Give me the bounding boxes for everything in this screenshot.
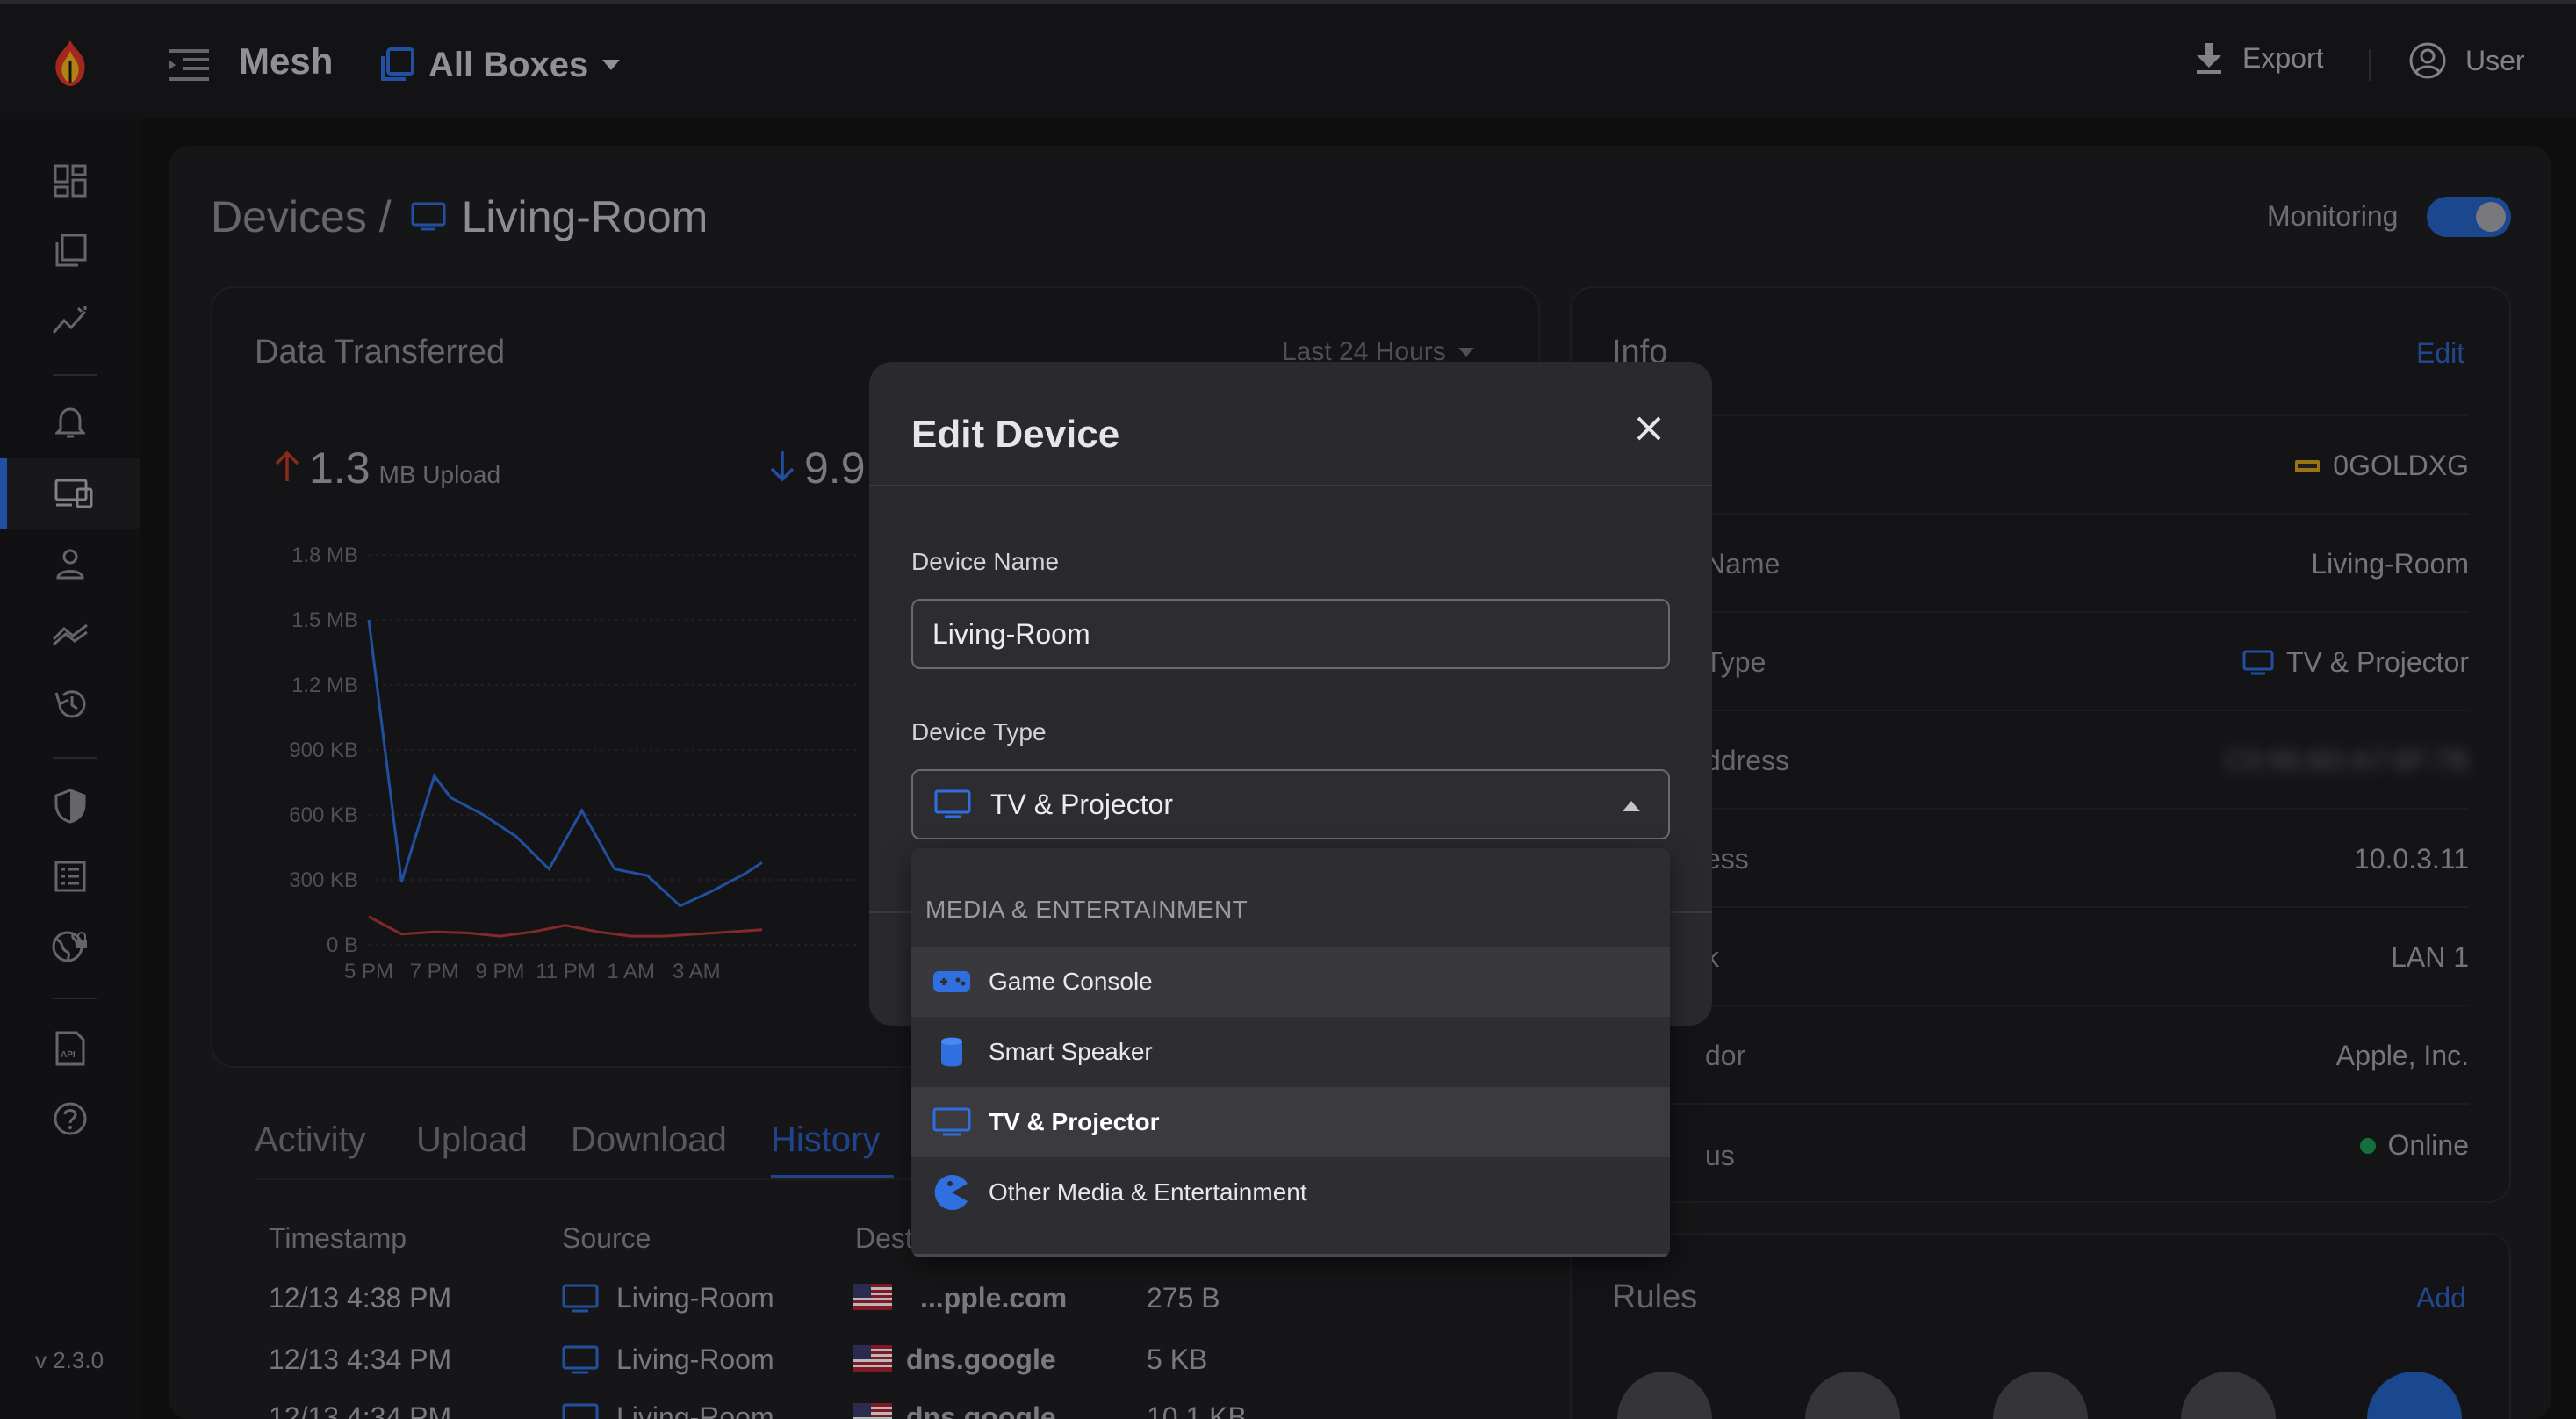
- close-icon[interactable]: [1631, 411, 1666, 446]
- dropdown-scroll-edge: [911, 1254, 1670, 1257]
- option-tv-projector[interactable]: TV & Projector: [911, 1087, 1670, 1157]
- device-type-value: TV & Projector: [990, 788, 1174, 820]
- option-other-media[interactable]: Other Media & Entertainment: [911, 1157, 1670, 1228]
- dialog-header: Edit Device: [869, 362, 1712, 486]
- option-game-console[interactable]: Game Console: [911, 947, 1670, 1017]
- pacman-icon: [932, 1173, 971, 1212]
- device-name-input[interactable]: [911, 599, 1670, 669]
- option-label: Other Media & Entertainment: [989, 1178, 1307, 1206]
- option-label: TV & Projector: [989, 1108, 1160, 1135]
- tv-icon: [934, 789, 971, 819]
- dropdown-group-header: MEDIA & ENTERTAINMENT: [925, 896, 1248, 923]
- device-type-select[interactable]: TV & Projector: [911, 769, 1670, 839]
- option-smart-speaker[interactable]: Smart Speaker: [911, 1017, 1670, 1087]
- caret-up-icon: [1623, 801, 1640, 811]
- option-label: Game Console: [989, 968, 1153, 995]
- dialog-title: Edit Device: [911, 413, 1120, 456]
- tv-icon: [932, 1107, 971, 1137]
- device-name-label: Device Name: [911, 548, 1060, 575]
- device-type-label: Device Type: [911, 718, 1047, 746]
- option-label: Smart Speaker: [989, 1038, 1153, 1065]
- device-type-dropdown: MEDIA & ENTERTAINMENT Game Console Smart…: [911, 848, 1670, 1257]
- gamepad-icon: [932, 969, 971, 994]
- speaker-icon: [932, 1034, 971, 1070]
